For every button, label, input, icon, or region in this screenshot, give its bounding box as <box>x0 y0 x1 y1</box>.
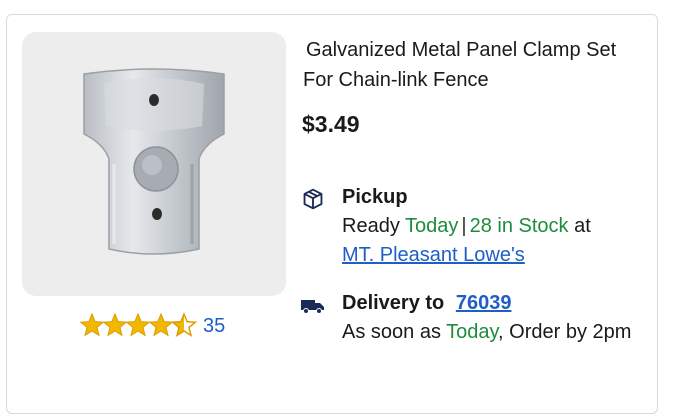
delivery-heading: Delivery to <box>342 292 445 314</box>
product-image[interactable] <box>22 32 286 296</box>
order-by: , Order by 2pm <box>498 321 632 343</box>
review-count[interactable]: 35 <box>203 315 225 338</box>
delivery-section: Delivery to 76039 As soon as Today, Orde… <box>300 289 642 347</box>
box-pickup-icon <box>303 188 323 210</box>
zip-code-link[interactable]: 76039 <box>456 292 512 314</box>
product-price: $3.49 <box>302 111 360 137</box>
pickup-availability: Ready Today | 28 in Stock at <box>342 212 591 241</box>
ready-day: Today <box>405 215 459 237</box>
pickup-section: Pickup Ready Today | 28 in Stock at MT. Pl… <box>300 183 591 270</box>
ready-prefix: Ready <box>342 215 400 237</box>
metal-clamp-product-image <box>83 68 225 255</box>
pickup-heading: Pickup <box>342 186 408 208</box>
soon-day: Today <box>446 321 499 343</box>
store-link[interactable]: MT. Pleasant Lowe's <box>342 244 525 266</box>
at-text: at <box>574 215 591 237</box>
rating-stars <box>80 311 198 339</box>
rating[interactable]: 35 <box>80 311 225 339</box>
star-rating-icon <box>80 313 197 337</box>
soon-prefix: As soon as <box>342 321 441 343</box>
product-title[interactable]: Galvanized Metal Panel Clamp Set For Cha… <box>303 35 638 95</box>
separator: | <box>461 215 467 237</box>
stock-count: 28 in Stock <box>469 215 569 237</box>
delivery-estimate: As soon as Today, Order by 2pm <box>342 318 642 347</box>
truck-icon <box>301 300 324 314</box>
